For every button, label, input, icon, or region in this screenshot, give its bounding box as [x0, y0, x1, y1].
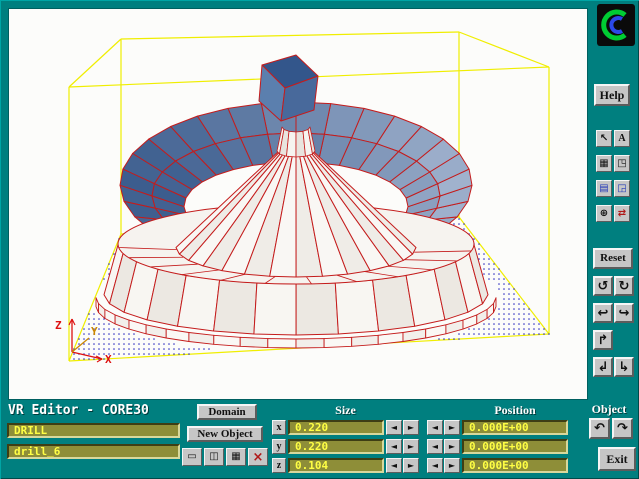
exit-button[interactable]: Exit: [598, 447, 636, 471]
position-x-increment-icon[interactable]: ►: [444, 420, 460, 435]
size-z-axis-button[interactable]: z: [272, 458, 286, 473]
viewport-3d[interactable]: Z Y X: [8, 8, 588, 400]
new-object-button[interactable]: New Object: [187, 426, 263, 442]
size-y-decrement-icon[interactable]: ◄: [386, 439, 402, 454]
size-z-increment-icon[interactable]: ►: [403, 458, 419, 473]
text-tool-icon[interactable]: A: [614, 130, 630, 147]
position-y-field[interactable]: 0.000E+00: [462, 439, 568, 454]
rotate-cw-icon[interactable]: ↻: [614, 276, 634, 296]
scene-canvas[interactable]: Z Y X: [9, 9, 587, 399]
object-name-field[interactable]: DRILL: [7, 423, 180, 438]
object-rotate-right-icon[interactable]: ↷: [612, 418, 633, 439]
undo-arrow-icon[interactable]: ↩: [593, 303, 613, 323]
size-y-axis-button[interactable]: y: [272, 439, 286, 454]
position-label: Position: [445, 403, 585, 418]
svg-text:Y: Y: [91, 325, 98, 338]
size-x-axis-button[interactable]: x: [272, 420, 286, 435]
grid-tool-icon[interactable]: ▦: [596, 155, 612, 172]
domain-button[interactable]: Domain: [197, 404, 257, 420]
rotate-ccw-icon[interactable]: ↺: [593, 276, 613, 296]
position-y-increment-icon[interactable]: ►: [444, 439, 460, 454]
size-z-decrement-icon[interactable]: ◄: [386, 458, 402, 473]
help-button[interactable]: Help: [594, 84, 630, 106]
position-x-field[interactable]: 0.000E+00: [462, 420, 568, 435]
svg-text:Z: Z: [55, 319, 62, 332]
reset-button[interactable]: Reset: [593, 248, 633, 269]
redo-arrow-icon[interactable]: ↪: [614, 303, 634, 323]
size-x-decrement-icon[interactable]: ◄: [386, 420, 402, 435]
svg-text:X: X: [105, 353, 112, 366]
zoom-tool-icon[interactable]: ⊕: [596, 205, 612, 222]
size-label: Size: [272, 403, 419, 418]
swap-tool-icon[interactable]: ⇄: [614, 205, 630, 222]
size-x-field[interactable]: 0.220: [288, 420, 384, 435]
position-x-decrement-icon[interactable]: ◄: [427, 420, 443, 435]
position-z-increment-icon[interactable]: ►: [444, 458, 460, 473]
link-tool-icon[interactable]: ◫: [204, 448, 224, 466]
vertex-tool-icon[interactable]: ▭: [182, 448, 202, 466]
turn-up-arrow-icon[interactable]: ↱: [593, 330, 613, 350]
position-z-field[interactable]: 0.000E+00: [462, 458, 568, 473]
select-tool-icon[interactable]: ↖: [596, 130, 612, 147]
corner-down-right-arrow-icon[interactable]: ↳: [614, 357, 634, 377]
position-z-decrement-icon[interactable]: ◄: [427, 458, 443, 473]
corner-down-left-arrow-icon[interactable]: ↲: [593, 357, 613, 377]
size-y-increment-icon[interactable]: ►: [403, 439, 419, 454]
mesh-tool-icon[interactable]: ▦: [226, 448, 246, 466]
size-y-field[interactable]: 0.220: [288, 439, 384, 454]
object-label: Object: [582, 402, 636, 417]
window-tool-icon[interactable]: ◳: [614, 155, 630, 172]
delete-tool-icon[interactable]: ×: [248, 448, 268, 466]
instance-name-field[interactable]: drill_6: [7, 444, 180, 459]
app-logo-icon: [597, 4, 635, 46]
size-x-increment-icon[interactable]: ►: [403, 420, 419, 435]
window-title: VR Editor - CORE30: [8, 403, 149, 418]
position-y-decrement-icon[interactable]: ◄: [427, 439, 443, 454]
size-z-field[interactable]: 0.104: [288, 458, 384, 473]
page-tool-icon[interactable]: ◲: [614, 180, 630, 197]
object-rotate-left-icon[interactable]: ↶: [589, 418, 610, 439]
list-tool-icon[interactable]: ▤: [596, 180, 612, 197]
